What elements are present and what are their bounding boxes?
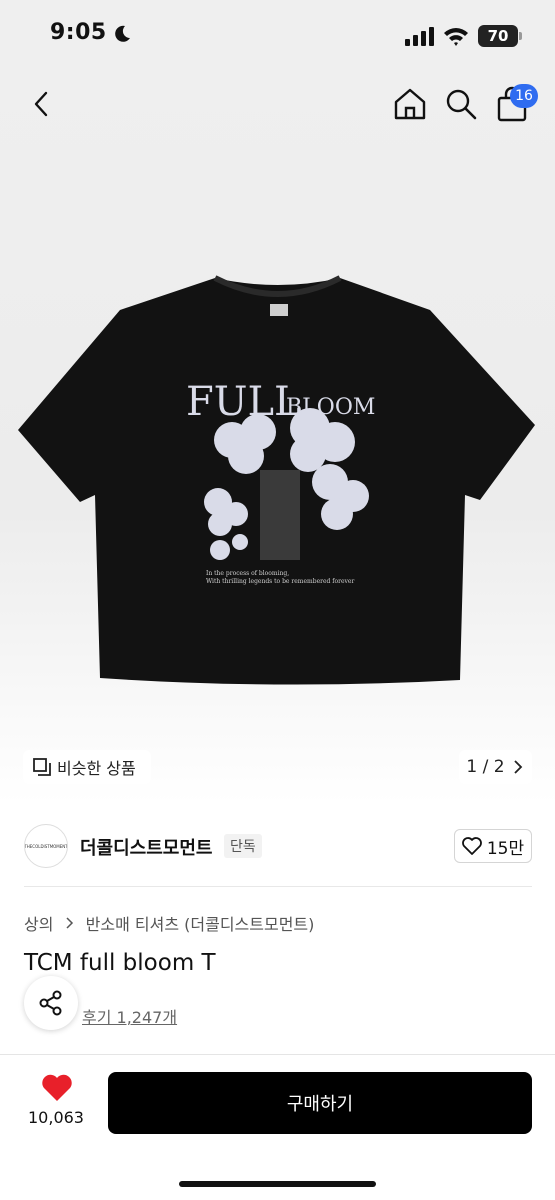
bottom-bar-divider xyxy=(0,1054,555,1055)
status-bar: 9:05 70 xyxy=(0,0,555,72)
battery-tip xyxy=(519,32,522,40)
status-time: 9:05 xyxy=(50,20,107,45)
battery-indicator: 70 xyxy=(478,25,518,47)
brand-name[interactable]: 더콜디스트모먼트 xyxy=(80,834,212,860)
home-button[interactable] xyxy=(392,86,428,122)
share-icon xyxy=(39,990,62,1016)
chevron-left-icon xyxy=(34,91,48,117)
cellular-signal-icon xyxy=(405,27,434,46)
brand-like-count: 15만 xyxy=(486,838,525,859)
home-icon xyxy=(394,88,426,120)
page-indicator-text: 1 / 2 xyxy=(466,757,505,777)
search-button[interactable] xyxy=(444,86,478,122)
breadcrumb-item-subcategory[interactable]: 반소매 티셔츠 (더콜디스트모먼트) xyxy=(86,911,315,935)
breadcrumb-item-category[interactable]: 상의 xyxy=(24,911,53,935)
back-button[interactable] xyxy=(26,88,56,120)
chevron-right-icon xyxy=(66,917,73,929)
home-indicator xyxy=(179,1181,376,1187)
brand-logo[interactable]: THECOLDISTMOMENT xyxy=(24,824,68,868)
moon-icon xyxy=(115,25,130,42)
review-count-link[interactable]: 후기 1,247개 xyxy=(82,1004,177,1028)
chevron-right-icon xyxy=(513,760,522,774)
similar-products-button[interactable]: 비슷한 상품 xyxy=(23,750,151,784)
print-caption-line2: With thrilling legends to be remembered … xyxy=(206,578,354,585)
image-page-indicator[interactable]: 1 / 2 xyxy=(459,750,532,784)
copy-icon xyxy=(33,758,51,776)
product-image[interactable]: FULL BLOOM In the process of blooming, W… xyxy=(10,270,545,740)
print-title-full: FULL xyxy=(186,379,301,425)
breadcrumb: 상의 반소매 티셔츠 (더콜디스트모먼트) xyxy=(24,911,314,935)
share-button[interactable] xyxy=(24,976,78,1030)
heart-outline-icon xyxy=(461,837,482,855)
buy-button-label: 구매하기 xyxy=(286,1094,354,1115)
wishlist-count: 10,063 xyxy=(28,1108,84,1127)
brand-like-button[interactable]: 15만 xyxy=(454,829,532,863)
search-icon xyxy=(446,89,477,120)
similar-products-label: 비슷한 상품 xyxy=(57,759,136,778)
section-divider xyxy=(24,886,532,887)
print-caption-line1: In the process of blooming, xyxy=(206,570,289,577)
buy-button[interactable]: 구매하기 xyxy=(108,1072,532,1134)
exclusive-badge: 단독 xyxy=(224,834,262,858)
brand-logo-text: THECOLDISTMOMENT xyxy=(24,843,68,849)
wifi-icon xyxy=(444,28,468,46)
cart-count-badge: 16 xyxy=(510,84,538,108)
wishlist-heart-icon[interactable] xyxy=(41,1074,73,1102)
battery-level: 70 xyxy=(487,27,509,45)
tshirt-label xyxy=(270,304,288,316)
product-title: TCM full bloom T xyxy=(24,950,216,976)
